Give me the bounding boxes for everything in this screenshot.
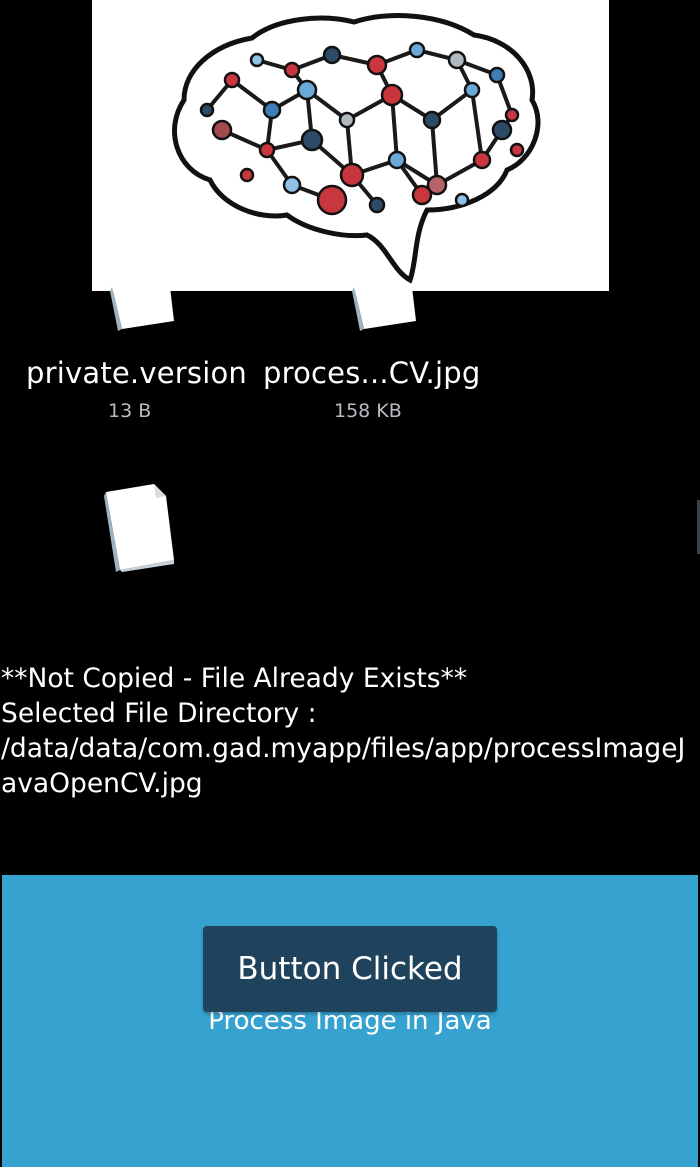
button-clicked[interactable]: Button Clicked [203,926,497,1012]
file-icon[interactable] [350,287,416,331]
brain-network-image [92,0,609,291]
file-size: 158 KB [334,400,402,422]
screen: private.version 13 B proces...CV.jpg 158… [0,0,700,1167]
file-name[interactable]: private.version [26,356,247,390]
status-message: **Not Copied - File Already Exists** Sel… [1,661,699,801]
file-name[interactable]: proces...CV.jpg [263,356,480,390]
directory-path: /data/data/com.gad.myapp/files/app/proce… [1,733,686,799]
file-size: 13 B [108,400,152,422]
copy-status-text: **Not Copied - File Already Exists** [1,663,468,694]
file-icon[interactable] [108,287,174,331]
file-icon[interactable] [104,482,176,572]
directory-label: Selected File Directory : [1,698,317,729]
